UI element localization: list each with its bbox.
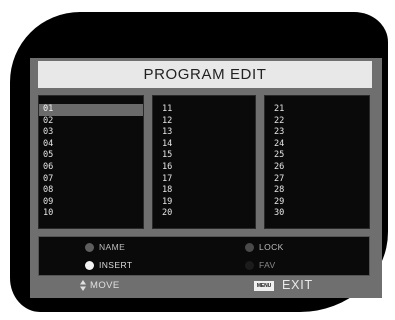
legend-name-label: NAME <box>99 242 126 252</box>
channel-item[interactable]: 20 <box>153 208 255 220</box>
channel-column-3: 21 22 23 24 25 26 27 28 29 30 <box>264 95 370 229</box>
up-down-arrows-icon <box>80 280 86 291</box>
channel-item[interactable]: 06 <box>39 162 143 174</box>
channel-item[interactable]: 15 <box>153 150 255 162</box>
legend-insert[interactable]: INSERT <box>85 260 132 270</box>
channel-item[interactable]: 14 <box>153 139 255 151</box>
channel-item[interactable]: 25 <box>265 150 369 162</box>
menu-key-icon[interactable]: MENU <box>254 281 274 291</box>
footer-hints: MOVE MENU EXIT <box>38 278 370 295</box>
channel-item[interactable]: 24 <box>265 139 369 151</box>
move-label: MOVE <box>90 280 120 291</box>
channel-item[interactable]: 18 <box>153 185 255 197</box>
channel-item[interactable]: 17 <box>153 174 255 186</box>
channel-item[interactable]: 28 <box>265 185 369 197</box>
legend-fav[interactable]: FAV <box>245 260 276 270</box>
move-hint: MOVE <box>80 280 120 291</box>
channel-item[interactable]: 12 <box>153 116 255 128</box>
exit-label[interactable]: EXIT <box>282 278 313 292</box>
channel-item[interactable]: 08 <box>39 185 143 197</box>
channel-item[interactable]: 07 <box>39 174 143 186</box>
white-dot-icon <box>85 260 94 270</box>
channel-column-1: 01 02 03 04 05 06 07 08 09 10 <box>38 95 144 229</box>
channel-item[interactable]: 13 <box>153 127 255 139</box>
tv-screen: PROGRAM EDIT 01 02 03 04 05 06 07 08 09 … <box>0 0 395 320</box>
channel-list-1: 01 02 03 04 05 06 07 08 09 10 <box>39 104 143 220</box>
channel-list-2: 11 12 13 14 15 16 17 18 19 20 <box>153 104 255 220</box>
channel-item[interactable]: 16 <box>153 162 255 174</box>
grey-dot-icon <box>245 242 254 252</box>
channel-item[interactable]: 19 <box>153 197 255 209</box>
channel-item[interactable]: 05 <box>39 150 143 162</box>
channel-item[interactable]: 26 <box>265 162 369 174</box>
legend-lock-label: LOCK <box>259 242 284 252</box>
color-key-legend: NAME LOCK INSERT FAV <box>38 236 370 276</box>
channel-item[interactable]: 23 <box>265 127 369 139</box>
legend-name[interactable]: NAME <box>85 242 125 252</box>
channel-item[interactable]: 27 <box>265 174 369 186</box>
channel-item[interactable]: 11 <box>153 104 255 116</box>
channel-item[interactable]: 21 <box>265 104 369 116</box>
channel-item[interactable]: 04 <box>39 139 143 151</box>
title-bar: PROGRAM EDIT <box>38 61 372 88</box>
channel-item[interactable]: 10 <box>39 208 143 220</box>
page-title: PROGRAM EDIT <box>143 66 267 83</box>
channel-item[interactable]: 30 <box>265 208 369 220</box>
channel-item[interactable]: 29 <box>265 197 369 209</box>
channel-list-3: 21 22 23 24 25 26 27 28 29 30 <box>265 104 369 220</box>
channel-item[interactable]: 01 <box>39 104 143 116</box>
channel-item[interactable]: 02 <box>39 116 143 128</box>
channel-item[interactable]: 22 <box>265 116 369 128</box>
grey-dot-icon <box>85 242 94 252</box>
legend-fav-label: FAV <box>259 260 276 270</box>
channel-column-2: 11 12 13 14 15 16 17 18 19 20 <box>152 95 256 229</box>
channel-item[interactable]: 03 <box>39 127 143 139</box>
legend-lock[interactable]: LOCK <box>245 242 284 252</box>
channel-item[interactable]: 09 <box>39 197 143 209</box>
dark-dot-icon <box>245 260 254 270</box>
legend-insert-label: INSERT <box>99 260 133 270</box>
